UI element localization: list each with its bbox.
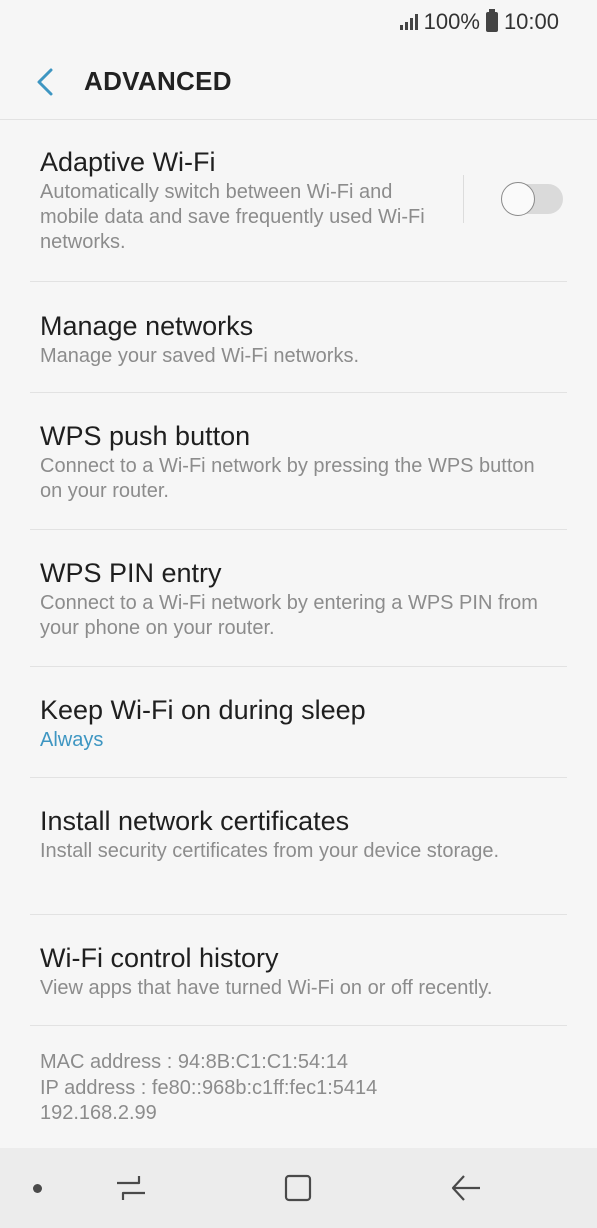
list-item-install-certificates[interactable]: Install network certificates Install sec… [30,778,567,915]
toggle-container [463,175,567,223]
list-item-wifi-control-history[interactable]: Wi-Fi control history View apps that hav… [30,915,567,1026]
item-title: Manage networks [40,311,254,341]
app-header: ADVANCED [0,44,597,120]
mac-address: MAC address : 94:8B:C1:C1:54:14 [40,1051,348,1073]
nav-dot-icon[interactable] [33,1184,42,1193]
network-info: MAC address : 94:8B:C1:C1:54:14 IP addre… [30,1026,567,1127]
item-subtitle: Automatically switch between Wi-Fi and m… [40,181,425,253]
item-title: Keep Wi-Fi on during sleep [40,695,366,725]
back-arrow-icon [37,68,53,95]
page-title: ADVANCED [84,66,232,96]
ip-address: IP address : fe80::968b:c1ff:fec1:5414 [40,1076,378,1099]
item-title: WPS push button [40,421,251,451]
item-title: WPS PIN entry [40,558,222,588]
list-item-manage-networks[interactable]: Manage networks Manage your saved Wi-Fi … [30,282,567,393]
home-button[interactable] [268,1168,328,1208]
item-title: Adaptive Wi-Fi [40,147,216,177]
system-back-button[interactable] [436,1168,496,1208]
recent-apps-button[interactable] [101,1168,161,1208]
item-subtitle: Install security certificates from your … [40,840,500,862]
item-subtitle: View apps that have turned Wi-Fi on or o… [40,977,493,999]
toggle-knob [501,182,535,216]
recent-apps-icon [117,1176,145,1200]
home-icon [284,1174,312,1202]
battery-percent: 100% [423,9,480,34]
clock: 10:00 [503,9,559,34]
item-title: Install network certificates [40,806,350,836]
item-subtitle: Connect to a Wi-Fi network by pressing t… [40,455,535,502]
settings-list: Adaptive Wi-Fi Automatically switch betw… [0,120,597,1127]
item-subtitle: Manage your saved Wi-Fi networks. [40,345,360,367]
adaptive-wifi-toggle[interactable] [501,182,563,216]
ipv4-address: 192.168.2.99 [40,1102,157,1124]
status-bar: 100% 10:00 [0,0,597,44]
signal-icon [399,14,418,30]
back-icon [451,1175,480,1201]
list-item-wps-push-button[interactable]: WPS push button Connect to a Wi-Fi netwo… [30,393,567,530]
navigation-bar [0,1148,597,1228]
list-item-adaptive-wifi[interactable]: Adaptive Wi-Fi Automatically switch betw… [30,120,567,282]
item-subtitle: Connect to a Wi-Fi network by entering a… [40,592,538,639]
list-item-keep-wifi-on[interactable]: Keep Wi-Fi on during sleep Always [30,667,567,778]
list-item-wps-pin-entry[interactable]: WPS PIN entry Connect to a Wi-Fi network… [30,530,567,667]
item-title: Wi-Fi control history [40,943,279,973]
item-value: Always [40,729,104,751]
battery-icon [485,9,498,32]
back-button[interactable] [0,44,80,120]
